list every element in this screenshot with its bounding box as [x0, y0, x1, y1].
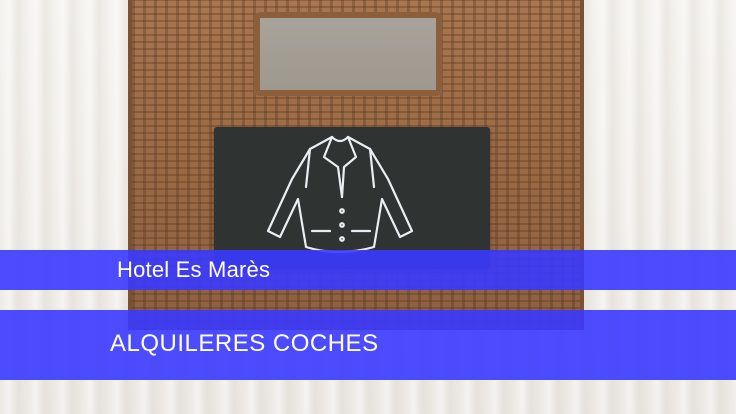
basket-handle-opening [254, 12, 442, 96]
jacket-icon [266, 135, 414, 254]
service-label: ALQUILERES COCHES [110, 330, 379, 357]
title-band [0, 250, 736, 290]
chalkboard-sign [214, 127, 490, 269]
hotel-name: Hotel Es Marès [117, 257, 271, 282]
